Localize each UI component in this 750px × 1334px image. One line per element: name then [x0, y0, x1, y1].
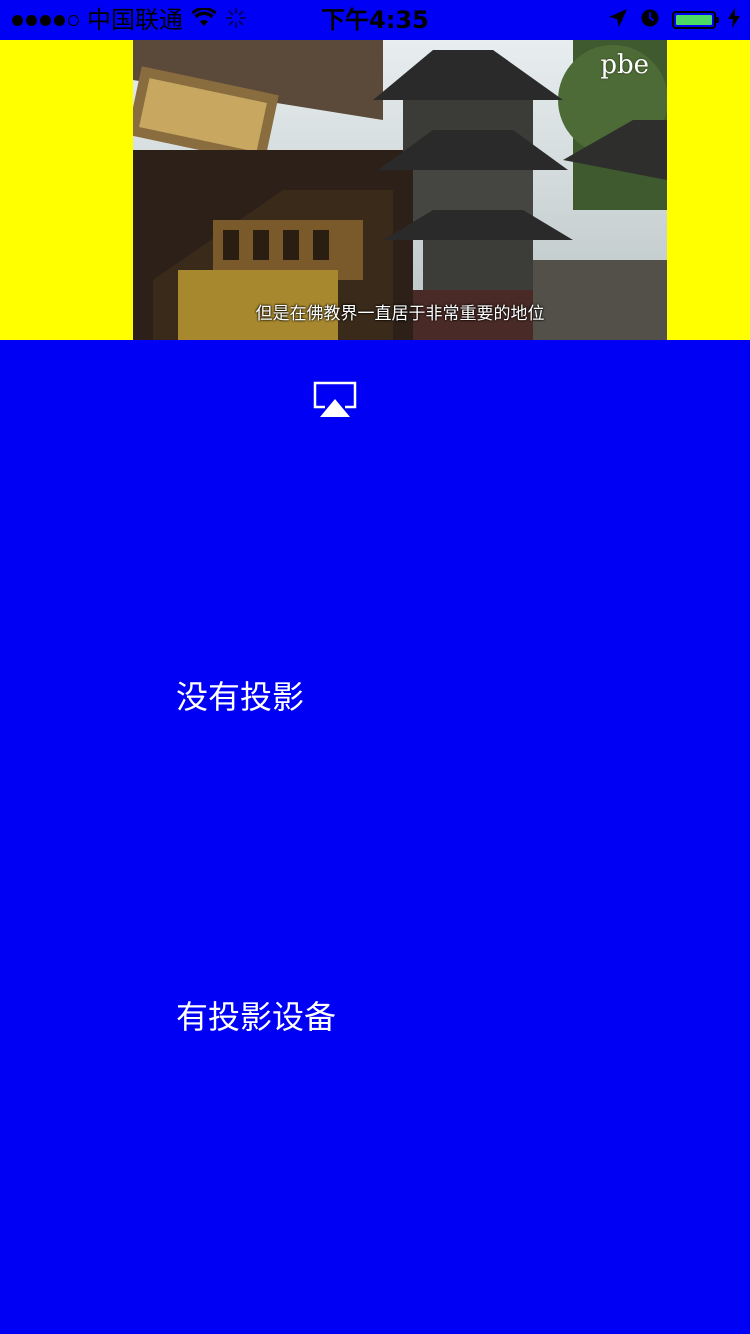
status-bar: 中国联通 下午4:35: [0, 0, 750, 40]
battery-icon: [672, 11, 719, 29]
airplay-button[interactable]: [313, 381, 357, 419]
video-frame[interactable]: pbe 但是在佛教界一直居于非常重要的地位: [133, 40, 667, 340]
location-arrow-icon: [608, 8, 628, 32]
no-projection-option[interactable]: 没有投影: [176, 672, 304, 718]
alarm-clock-icon: [640, 8, 660, 32]
video-player[interactable]: pbe 但是在佛教界一直居于非常重要的地位: [0, 40, 750, 340]
projection-device-option[interactable]: 有投影设备: [176, 992, 336, 1038]
video-subtitle: 但是在佛教界一直居于非常重要的地位: [255, 304, 545, 324]
status-right: [608, 0, 740, 40]
watermark-logo: pbe: [600, 50, 649, 80]
airplay-icon: [313, 381, 357, 417]
temple-scene-image: [133, 40, 667, 340]
charging-bolt-icon: [728, 8, 740, 32]
